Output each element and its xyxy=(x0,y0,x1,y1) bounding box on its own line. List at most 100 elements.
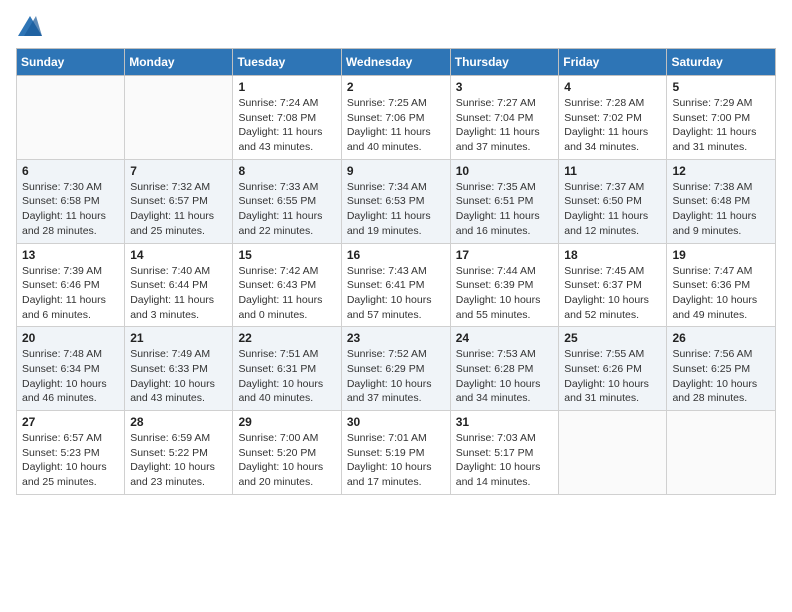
calendar-cell: 8 Sunrise: 7:33 AM Sunset: 6:55 PM Daylig… xyxy=(233,159,341,243)
day-number: 9 xyxy=(347,164,445,178)
calendar-cell: 9 Sunrise: 7:34 AM Sunset: 6:53 PM Daylig… xyxy=(341,159,450,243)
day-info: Sunrise: 7:03 AM Sunset: 5:17 PM Dayligh… xyxy=(456,431,554,490)
day-number: 31 xyxy=(456,415,554,429)
calendar-day-header: Wednesday xyxy=(341,49,450,76)
calendar-cell: 26 Sunrise: 7:56 AM Sunset: 6:25 PM Dayli… xyxy=(667,327,776,411)
calendar-table: SundayMondayTuesdayWednesdayThursdayFrid… xyxy=(16,48,776,495)
calendar-week-row: 20 Sunrise: 7:48 AM Sunset: 6:34 PM Dayli… xyxy=(17,327,776,411)
calendar-cell: 30 Sunrise: 7:01 AM Sunset: 5:19 PM Dayli… xyxy=(341,411,450,495)
calendar-cell: 4Sunrise: 7:28 AM Sunset: 7:02 PM Daylig… xyxy=(559,76,667,160)
day-number: 28 xyxy=(130,415,227,429)
day-number: 7 xyxy=(130,164,227,178)
calendar-day-header: Sunday xyxy=(17,49,125,76)
calendar-cell: 15 Sunrise: 7:42 AM Sunset: 6:43 PM Dayli… xyxy=(233,243,341,327)
day-info: Sunrise: 7:33 AM Sunset: 6:55 PM Dayligh… xyxy=(238,180,335,239)
calendar-cell: 28 Sunrise: 6:59 AM Sunset: 5:22 PM Dayli… xyxy=(125,411,233,495)
day-info: Sunrise: 7:53 AM Sunset: 6:28 PM Dayligh… xyxy=(456,347,554,406)
day-info: Sunrise: 7:30 AM Sunset: 6:58 PM Dayligh… xyxy=(22,180,119,239)
calendar-cell: 31 Sunrise: 7:03 AM Sunset: 5:17 PM Dayli… xyxy=(450,411,559,495)
calendar-cell: 20 Sunrise: 7:48 AM Sunset: 6:34 PM Dayli… xyxy=(17,327,125,411)
day-number: 22 xyxy=(238,331,335,345)
calendar-day-header: Friday xyxy=(559,49,667,76)
day-number: 8 xyxy=(238,164,335,178)
calendar-day-header: Thursday xyxy=(450,49,559,76)
day-number: 27 xyxy=(22,415,119,429)
day-info: Sunrise: 7:44 AM Sunset: 6:39 PM Dayligh… xyxy=(456,264,554,323)
calendar-cell: 29 Sunrise: 7:00 AM Sunset: 5:20 PM Dayli… xyxy=(233,411,341,495)
day-info: Sunrise: 7:01 AM Sunset: 5:19 PM Dayligh… xyxy=(347,431,445,490)
calendar-cell xyxy=(17,76,125,160)
day-info: Sunrise: 7:27 AM Sunset: 7:04 PM Dayligh… xyxy=(456,96,554,155)
day-info: Sunrise: 7:24 AM Sunset: 7:08 PM Dayligh… xyxy=(238,96,335,155)
calendar-week-row: 1 Sunrise: 7:24 AM Sunset: 7:08 PM Daylig… xyxy=(17,76,776,160)
day-info: Sunrise: 7:39 AM Sunset: 6:46 PM Dayligh… xyxy=(22,264,119,323)
day-info: Sunrise: 7:42 AM Sunset: 6:43 PM Dayligh… xyxy=(238,264,335,323)
calendar-week-row: 13 Sunrise: 7:39 AM Sunset: 6:46 PM Dayli… xyxy=(17,243,776,327)
day-info: Sunrise: 7:55 AM Sunset: 6:26 PM Dayligh… xyxy=(564,347,661,406)
logo xyxy=(16,16,42,36)
day-info: Sunrise: 7:37 AM Sunset: 6:50 PM Dayligh… xyxy=(564,180,661,239)
day-info: Sunrise: 7:25 AM Sunset: 7:06 PM Dayligh… xyxy=(347,96,445,155)
day-number: 5 xyxy=(672,80,770,94)
calendar-cell: 25 Sunrise: 7:55 AM Sunset: 6:26 PM Dayli… xyxy=(559,327,667,411)
day-info: Sunrise: 6:59 AM Sunset: 5:22 PM Dayligh… xyxy=(130,431,227,490)
calendar-cell: 6 Sunrise: 7:30 AM Sunset: 6:58 PM Daylig… xyxy=(17,159,125,243)
calendar-cell: 17 Sunrise: 7:44 AM Sunset: 6:39 PM Dayli… xyxy=(450,243,559,327)
calendar-cell: 27 Sunrise: 6:57 AM Sunset: 5:23 PM Dayli… xyxy=(17,411,125,495)
calendar-cell: 1 Sunrise: 7:24 AM Sunset: 7:08 PM Daylig… xyxy=(233,76,341,160)
calendar-cell: 21 Sunrise: 7:49 AM Sunset: 6:33 PM Dayli… xyxy=(125,327,233,411)
day-number: 13 xyxy=(22,248,119,262)
logo-icon xyxy=(18,16,42,36)
day-info: Sunrise: 7:48 AM Sunset: 6:34 PM Dayligh… xyxy=(22,347,119,406)
calendar-cell: 18Sunrise: 7:45 AM Sunset: 6:37 PM Dayli… xyxy=(559,243,667,327)
calendar-cell: 10Sunrise: 7:35 AM Sunset: 6:51 PM Dayli… xyxy=(450,159,559,243)
calendar-cell: 5Sunrise: 7:29 AM Sunset: 7:00 PM Daylig… xyxy=(667,76,776,160)
calendar-cell: 19Sunrise: 7:47 AM Sunset: 6:36 PM Dayli… xyxy=(667,243,776,327)
calendar-cell xyxy=(559,411,667,495)
day-number: 12 xyxy=(672,164,770,178)
day-info: Sunrise: 7:34 AM Sunset: 6:53 PM Dayligh… xyxy=(347,180,445,239)
calendar-day-header: Monday xyxy=(125,49,233,76)
day-info: Sunrise: 7:38 AM Sunset: 6:48 PM Dayligh… xyxy=(672,180,770,239)
day-info: Sunrise: 7:47 AM Sunset: 6:36 PM Dayligh… xyxy=(672,264,770,323)
day-number: 23 xyxy=(347,331,445,345)
day-info: Sunrise: 7:52 AM Sunset: 6:29 PM Dayligh… xyxy=(347,347,445,406)
day-number: 6 xyxy=(22,164,119,178)
calendar-day-header: Tuesday xyxy=(233,49,341,76)
day-info: Sunrise: 7:43 AM Sunset: 6:41 PM Dayligh… xyxy=(347,264,445,323)
day-number: 14 xyxy=(130,248,227,262)
day-number: 1 xyxy=(238,80,335,94)
day-number: 2 xyxy=(347,80,445,94)
day-number: 20 xyxy=(22,331,119,345)
day-info: Sunrise: 7:56 AM Sunset: 6:25 PM Dayligh… xyxy=(672,347,770,406)
day-info: Sunrise: 7:49 AM Sunset: 6:33 PM Dayligh… xyxy=(130,347,227,406)
day-info: Sunrise: 7:00 AM Sunset: 5:20 PM Dayligh… xyxy=(238,431,335,490)
day-number: 17 xyxy=(456,248,554,262)
calendar-cell: 16 Sunrise: 7:43 AM Sunset: 6:41 PM Dayli… xyxy=(341,243,450,327)
calendar-cell: 12 Sunrise: 7:38 AM Sunset: 6:48 PM Dayli… xyxy=(667,159,776,243)
calendar-cell xyxy=(125,76,233,160)
day-number: 21 xyxy=(130,331,227,345)
day-number: 15 xyxy=(238,248,335,262)
day-number: 30 xyxy=(347,415,445,429)
calendar-cell: 11 Sunrise: 7:37 AM Sunset: 6:50 PM Dayli… xyxy=(559,159,667,243)
calendar-cell: 2 Sunrise: 7:25 AM Sunset: 7:06 PM Daylig… xyxy=(341,76,450,160)
calendar-header-row: SundayMondayTuesdayWednesdayThursdayFrid… xyxy=(17,49,776,76)
calendar-cell: 13 Sunrise: 7:39 AM Sunset: 6:46 PM Dayli… xyxy=(17,243,125,327)
day-info: Sunrise: 7:35 AM Sunset: 6:51 PM Dayligh… xyxy=(456,180,554,239)
day-info: Sunrise: 7:32 AM Sunset: 6:57 PM Dayligh… xyxy=(130,180,227,239)
day-number: 26 xyxy=(672,331,770,345)
day-number: 25 xyxy=(564,331,661,345)
day-info: Sunrise: 7:40 AM Sunset: 6:44 PM Dayligh… xyxy=(130,264,227,323)
day-info: Sunrise: 7:51 AM Sunset: 6:31 PM Dayligh… xyxy=(238,347,335,406)
day-number: 29 xyxy=(238,415,335,429)
day-number: 11 xyxy=(564,164,661,178)
day-number: 4 xyxy=(564,80,661,94)
calendar-cell xyxy=(667,411,776,495)
calendar-cell: 22 Sunrise: 7:51 AM Sunset: 6:31 PM Dayli… xyxy=(233,327,341,411)
day-number: 18 xyxy=(564,248,661,262)
day-info: Sunrise: 6:57 AM Sunset: 5:23 PM Dayligh… xyxy=(22,431,119,490)
calendar-cell: 7 Sunrise: 7:32 AM Sunset: 6:57 PM Daylig… xyxy=(125,159,233,243)
day-number: 16 xyxy=(347,248,445,262)
page-header xyxy=(16,16,776,36)
